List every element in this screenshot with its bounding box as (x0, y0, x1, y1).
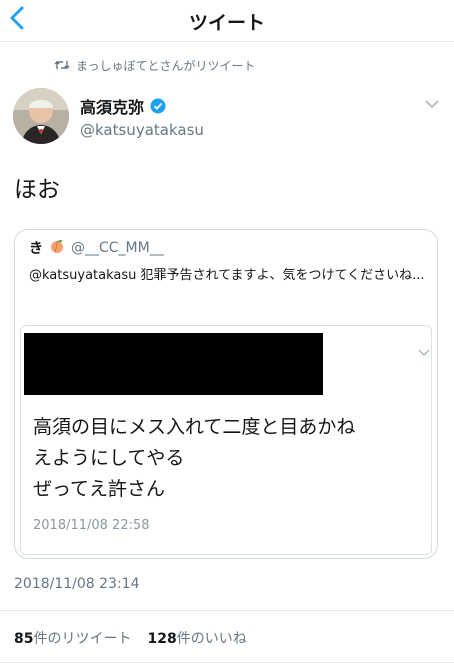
tweet-stats: 85件のリツイート 128件のいいね (14, 628, 247, 648)
quoted-tweet[interactable]: き @__CC_MM__ @katsuyatakasu 犯罪予告されてますよ、気… (14, 229, 438, 559)
author-handle[interactable]: @katsuyatakasu (80, 121, 204, 139)
tweet-author[interactable]: 高須克弥 @katsuyatakasu (80, 94, 204, 139)
page-title: ツイート (188, 12, 265, 34)
author-name[interactable]: 高須克弥 (80, 94, 144, 118)
peach-icon (49, 238, 65, 258)
avatar[interactable] (13, 88, 69, 144)
quoted-author-name: き (29, 241, 43, 257)
like-count: 128 (147, 631, 177, 647)
retweet-stat[interactable]: 85件のリツイート (14, 628, 131, 648)
chevron-down-icon (418, 349, 430, 357)
retweet-icon (54, 59, 70, 71)
nested-quote-text: 高須の目にメス入れて二度と目あかね えようにしてやる ぜってえ許さん (33, 412, 423, 505)
nested-quote-line: えようにしてやる (33, 447, 185, 469)
tweet-text: ほお (14, 177, 60, 203)
like-stat[interactable]: 128件のいいね (147, 628, 246, 648)
nested-quote-line: 高須の目にメス入れて二度と目あかね (33, 416, 356, 438)
tweet-timestamp[interactable]: 2018/11/08 23:14 (14, 576, 140, 592)
nested-quote-line: ぜってえ許さん (33, 478, 166, 500)
nested-menu-button[interactable] (417, 348, 431, 358)
top-navbar: ツイート (0, 0, 454, 42)
quoted-text: @katsuyatakasu 犯罪予告されてますよ、気をつけてくださいね... (29, 268, 425, 283)
tweet-menu-button[interactable] (424, 98, 440, 112)
nested-quote-timestamp: 2018/11/08 22:58 (33, 518, 150, 533)
retweet-count: 85 (14, 631, 34, 647)
retweet-context-text: まっしゅぼてとさんがリツイート (76, 58, 256, 73)
like-label: 件のいいね (176, 631, 247, 647)
chevron-down-icon (425, 100, 439, 109)
quoted-author-handle: @__CC_MM__ (71, 240, 164, 256)
divider (0, 662, 454, 663)
quoted-author: き @__CC_MM__ (29, 238, 164, 258)
nested-quote-card[interactable]: 高須の目にメス入れて二度と目あかね えようにしてやる ぜってえ許さん 2018/… (20, 325, 432, 555)
divider (0, 610, 454, 611)
retweet-label: 件のリツイート (33, 631, 132, 647)
redaction-block (24, 333, 323, 395)
retweet-context[interactable]: まっしゅぼてとさんがリツイート (54, 56, 256, 74)
verified-badge-icon (150, 98, 166, 114)
